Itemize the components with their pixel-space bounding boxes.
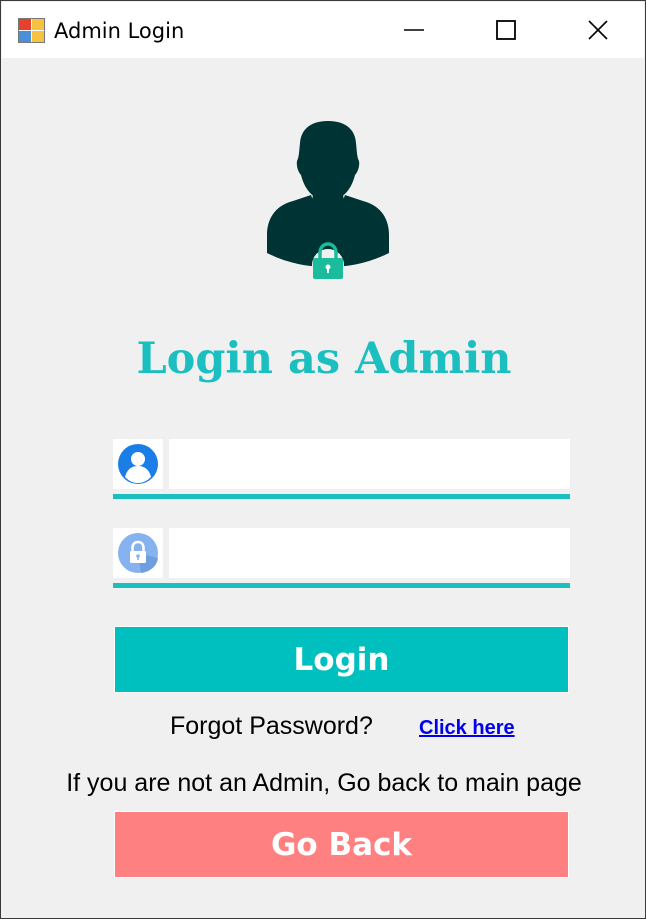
forgot-password-text: Forgot Password?	[170, 712, 373, 740]
app-windows-icon	[18, 18, 46, 44]
minimize-button[interactable]	[368, 2, 460, 58]
maximize-icon	[496, 20, 516, 40]
not-admin-notice: If you are not an Admin, Go back to main…	[66, 769, 582, 797]
login-button[interactable]: Login	[114, 626, 569, 693]
password-input[interactable]	[169, 528, 570, 578]
minimize-icon	[404, 29, 424, 31]
admin-user-lock-icon	[263, 117, 393, 283]
admin-login-window: Admin Login Login as Admin Login Forgot …	[0, 0, 646, 919]
lock-circle-icon	[118, 533, 158, 573]
user-circle-icon	[118, 444, 158, 484]
password-underline	[113, 583, 570, 588]
username-input[interactable]	[169, 439, 570, 489]
login-heading: Login as Admin	[136, 334, 512, 384]
window-title: Admin Login	[54, 19, 185, 43]
go-back-button[interactable]: Go Back	[114, 811, 569, 878]
password-icon-box	[113, 528, 163, 578]
username-underline	[113, 494, 570, 499]
maximize-button[interactable]	[460, 2, 552, 58]
username-icon-box	[113, 439, 163, 489]
title-bar[interactable]: Admin Login	[2, 2, 644, 58]
close-icon	[588, 20, 608, 40]
click-here-link[interactable]: Click here	[419, 713, 515, 743]
close-button[interactable]	[552, 2, 644, 58]
